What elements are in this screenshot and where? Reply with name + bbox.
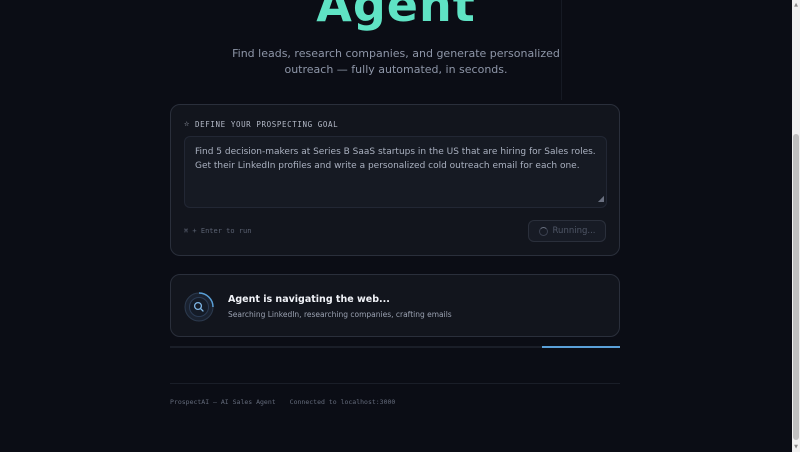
progress-indicator: [542, 346, 620, 348]
run-button-label: Running...: [552, 226, 596, 236]
hero-subtitle-line2: outreach — fully automated, in seconds.: [284, 63, 508, 76]
scrollbar-thumb[interactable]: [793, 134, 799, 440]
hero-title: Agent: [316, 0, 476, 32]
goal-card: ☆ DEFINE YOUR PROSPECTING GOAL Find 5 de…: [170, 104, 620, 256]
footer-divider: [170, 383, 620, 384]
progress-bar: [170, 346, 620, 348]
scrollbar[interactable]: ▲ ▼: [792, 0, 800, 452]
resize-handle-icon[interactable]: ◢: [598, 192, 604, 206]
star-icon: ☆: [184, 119, 191, 129]
hero-subtitle: Find leads, research companies, and gene…: [0, 46, 792, 78]
footer-connection-status: Connected to localhost:3000: [289, 398, 396, 406]
footer-app-name: ProspectAI — AI Sales Agent: [170, 398, 276, 406]
status-card: Agent is navigating the web... Searching…: [170, 274, 620, 337]
spinner-icon: [538, 226, 548, 236]
keyboard-hint: ⌘ + Enter to run: [184, 227, 252, 235]
goal-label-text: DEFINE YOUR PROSPECTING GOAL: [195, 119, 339, 129]
goal-text: Find 5 decision-makers at Series B SaaS …: [195, 147, 596, 171]
goal-label: ☆ DEFINE YOUR PROSPECTING GOAL: [184, 119, 338, 129]
run-button[interactable]: Running...: [528, 220, 606, 242]
status-title: Agent is navigating the web...: [228, 294, 390, 305]
scroll-up-icon[interactable]: ▲: [792, 0, 800, 10]
hero-subtitle-line1: Find leads, research companies, and gene…: [232, 47, 560, 60]
status-subtitle: Searching LinkedIn, researching companie…: [228, 310, 452, 319]
search-icon: [184, 292, 214, 322]
scroll-down-icon[interactable]: ▼: [792, 442, 800, 452]
goal-textarea[interactable]: Find 5 decision-makers at Series B SaaS …: [184, 136, 607, 208]
footer: ProspectAI — AI Sales Agent Connected to…: [170, 398, 395, 406]
